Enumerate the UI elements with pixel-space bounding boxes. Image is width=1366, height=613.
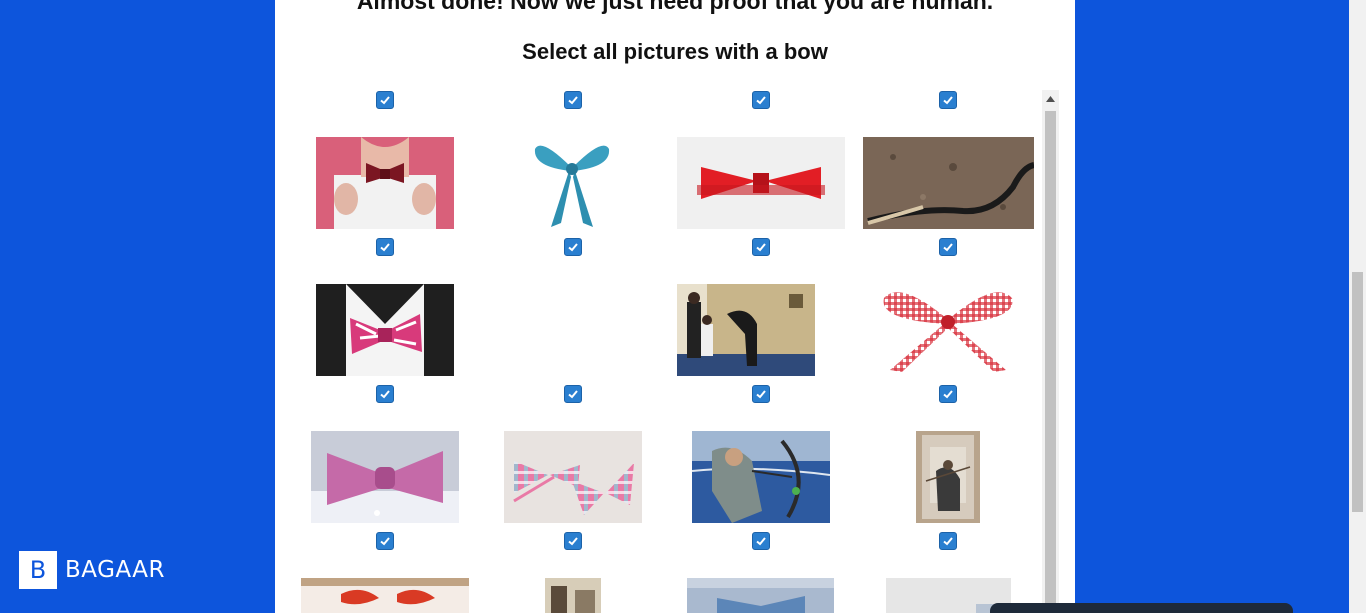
picture-room-interior[interactable]	[545, 578, 601, 613]
scroll-up-arrow-icon[interactable]	[1042, 90, 1059, 107]
brand-name: BAGAAR	[65, 557, 166, 583]
picture-red-ribbon-gift[interactable]	[301, 578, 469, 613]
picture-man-bowing-in-office[interactable]	[677, 284, 815, 376]
checkbox[interactable]	[939, 385, 957, 403]
scrollbar-thumb[interactable]	[1045, 111, 1056, 613]
checkbox[interactable]	[752, 91, 770, 109]
picture-gingham-ribbon-bow[interactable]	[870, 284, 1026, 376]
checkbox[interactable]	[376, 238, 394, 256]
checkbox[interactable]	[939, 238, 957, 256]
checkbox[interactable]	[752, 385, 770, 403]
picture-red-bowtie[interactable]	[677, 137, 845, 229]
picture-man-with-red-bowtie[interactable]	[316, 137, 454, 229]
chat-widget-bar[interactable]	[990, 603, 1293, 613]
picture-grid	[275, 88, 1045, 613]
picture-blue-bowtie-teddy[interactable]	[687, 578, 834, 613]
checkbox[interactable]	[752, 238, 770, 256]
captcha-instruction: Select all pictures with a bow	[522, 39, 828, 64]
captcha-panel: Almost done! Now we just need proof that…	[275, 0, 1075, 613]
picture-snake-on-ground[interactable]	[863, 137, 1034, 229]
checkbox[interactable]	[939, 532, 957, 550]
brand-logo[interactable]: B BAGAAR	[19, 551, 165, 589]
checkbox[interactable]	[752, 532, 770, 550]
checkbox[interactable]	[564, 91, 582, 109]
checkbox[interactable]	[939, 91, 957, 109]
picture-grid-scrollbar[interactable]	[1042, 90, 1059, 613]
checkbox[interactable]	[376, 532, 394, 550]
window-scrollbar[interactable]	[1349, 0, 1366, 613]
checkbox[interactable]	[564, 385, 582, 403]
brand-mark: B	[19, 551, 57, 589]
picture-blue-ribbon-bow[interactable]	[531, 137, 613, 229]
page-title: Almost done! Now we just need proof that…	[356, 0, 994, 14]
checkbox[interactable]	[376, 385, 394, 403]
window-scrollbar-thumb[interactable]	[1352, 272, 1363, 512]
picture-pink-striped-bowtie[interactable]	[316, 284, 454, 376]
checkbox[interactable]	[376, 91, 394, 109]
picture-archer-with-compound-bow[interactable]	[692, 431, 830, 523]
checkbox[interactable]	[564, 532, 582, 550]
checkbox[interactable]	[564, 238, 582, 256]
picture-violinist-with-bow[interactable]	[916, 431, 980, 523]
picture-pink-bowtie-teddy[interactable]	[311, 431, 459, 523]
picture-plaid-bowtie-pair[interactable]	[504, 431, 642, 523]
